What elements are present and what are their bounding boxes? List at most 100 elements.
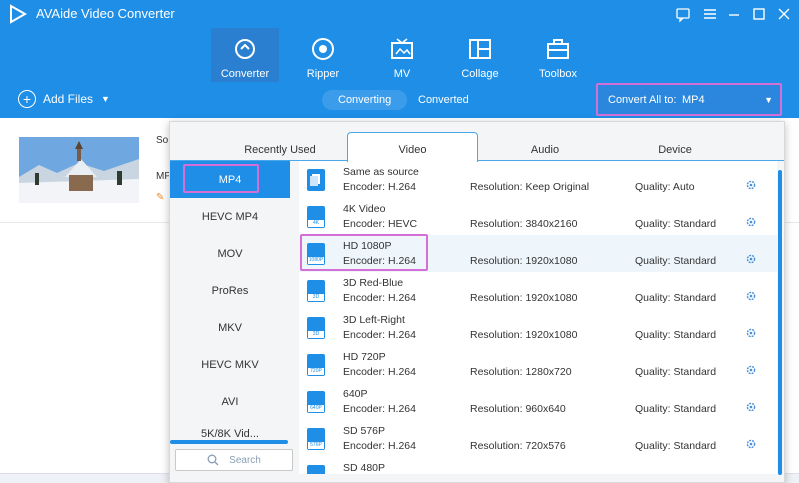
format-quality: Quality: Standard bbox=[635, 255, 717, 267]
gear-icon[interactable] bbox=[745, 401, 757, 413]
format-quality: Quality: Standard bbox=[635, 218, 717, 230]
app-logo-icon bbox=[10, 4, 28, 24]
convert-all-label: Convert All to: bbox=[608, 94, 677, 106]
ripper-icon bbox=[312, 38, 334, 60]
format-row[interactable]: 640P 640P Encoder: H.264 Resolution: 960… bbox=[299, 383, 777, 420]
gear-icon[interactable] bbox=[745, 327, 757, 339]
format-quality: Quality: Standard bbox=[635, 366, 717, 378]
category-mkv[interactable]: MKV bbox=[170, 309, 290, 346]
format-row[interactable]: Same as source Encoder: H.264 Resolution… bbox=[299, 161, 777, 198]
format-tag: 4K bbox=[308, 220, 324, 227]
format-row[interactable]: SD 480P bbox=[299, 457, 777, 474]
chevron-down-icon: ▼ bbox=[764, 95, 773, 105]
tab-collage[interactable]: Collage bbox=[446, 28, 514, 82]
convert-all-select[interactable]: Convert All to: MP4 ▼ bbox=[596, 83, 782, 116]
minimize-icon[interactable] bbox=[724, 4, 744, 24]
format-name: Same as source bbox=[343, 166, 419, 178]
gear-icon[interactable] bbox=[745, 216, 757, 228]
top-bar: AVAide Video Converter Converter Ripper bbox=[0, 0, 799, 82]
hd-1080p-highlight-box bbox=[300, 234, 428, 271]
format-resolution: Resolution: 1920x1080 bbox=[470, 255, 578, 267]
format-row[interactable]: 3D 3D Red-Blue Encoder: H.264 Resolution… bbox=[299, 272, 777, 309]
plus-icon: + bbox=[18, 90, 36, 108]
video-format-icon: 576P bbox=[307, 428, 325, 450]
format-name: 640P bbox=[343, 388, 368, 400]
video-format-icon: 640P bbox=[307, 391, 325, 413]
converter-icon bbox=[235, 39, 255, 59]
format-tag: 640P bbox=[308, 405, 324, 412]
format-resolution: Resolution: 720x576 bbox=[470, 440, 566, 452]
search-icon bbox=[207, 454, 219, 466]
convert-all-value: MP4 bbox=[682, 94, 705, 106]
segment-converted[interactable]: Converted bbox=[402, 90, 485, 110]
category-scrollbar[interactable] bbox=[170, 440, 288, 444]
category-prores[interactable]: ProRes bbox=[170, 272, 290, 309]
category-list: MP4 HEVC MP4 MOV ProRes MKV HEVC MKV AVI… bbox=[170, 161, 290, 441]
mp4-highlight-box bbox=[183, 164, 259, 193]
format-quality: Quality: Standard bbox=[635, 403, 717, 415]
format-quality: Quality: Auto bbox=[635, 181, 695, 193]
tab-mv[interactable]: MV bbox=[368, 28, 436, 82]
format-encoder: Encoder: H.264 bbox=[343, 440, 416, 452]
feedback-icon[interactable] bbox=[673, 4, 693, 24]
tab-audio[interactable]: Audio bbox=[500, 132, 590, 162]
format-row[interactable]: 3D 3D Left-Right Encoder: H.264 Resoluti… bbox=[299, 309, 777, 346]
tab-ripper[interactable]: Ripper bbox=[289, 28, 357, 82]
format-row[interactable]: 576P SD 576P Encoder: H.264 Resolution: … bbox=[299, 420, 777, 457]
format-name: 3D Red-Blue bbox=[343, 277, 404, 289]
format-resolution: Resolution: 1920x1080 bbox=[470, 292, 578, 304]
format-scrollbar[interactable] bbox=[778, 170, 782, 475]
format-encoder: Encoder: H.264 bbox=[343, 403, 416, 415]
menu-icon[interactable] bbox=[700, 4, 720, 24]
gear-icon[interactable] bbox=[745, 438, 757, 450]
file-name: So bbox=[156, 135, 169, 146]
format-resolution: Resolution: Keep Original bbox=[470, 181, 590, 193]
tab-converter[interactable]: Converter bbox=[211, 28, 279, 82]
video-format-icon: 3D bbox=[307, 280, 325, 302]
category-mov[interactable]: MOV bbox=[170, 235, 290, 272]
tab-toolbox[interactable]: Toolbox bbox=[524, 28, 592, 82]
gear-icon[interactable] bbox=[745, 290, 757, 302]
format-tag: 576P bbox=[308, 442, 324, 449]
collage-icon bbox=[469, 39, 491, 59]
gear-icon[interactable] bbox=[745, 364, 757, 376]
category-avi[interactable]: AVI bbox=[170, 383, 290, 420]
gear-icon[interactable] bbox=[745, 179, 757, 191]
format-name: SD 576P bbox=[343, 425, 386, 437]
format-name: HD 720P bbox=[343, 351, 386, 363]
format-tag: 3D bbox=[308, 331, 324, 338]
format-row[interactable]: 4K 4K Video Encoder: HEVC Resolution: 38… bbox=[299, 198, 777, 235]
format-quality: Quality: Standard bbox=[635, 329, 717, 341]
tab-recently-used[interactable]: Recently Used bbox=[230, 132, 330, 162]
category-hevc-mp4[interactable]: HEVC MP4 bbox=[170, 198, 290, 235]
format-popup: Recently Used Video Audio Device MP4 HEV… bbox=[169, 121, 785, 483]
video-format-icon: 3D bbox=[307, 317, 325, 339]
format-encoder: Encoder: H.264 bbox=[343, 329, 416, 341]
format-row[interactable]: 720P HD 720P Encoder: H.264 Resolution: … bbox=[299, 346, 777, 383]
chevron-down-icon[interactable]: ▼ bbox=[101, 94, 110, 104]
category-5k-8k[interactable]: 5K/8K Vid... bbox=[170, 420, 290, 440]
pin-icon[interactable]: ✎ bbox=[156, 192, 164, 203]
format-list: Same as source Encoder: H.264 Resolution… bbox=[299, 161, 777, 474]
format-tag: 3D bbox=[308, 294, 324, 301]
maximize-icon[interactable] bbox=[749, 4, 769, 24]
segment-converting[interactable]: Converting bbox=[322, 90, 408, 110]
format-search-input[interactable]: Search bbox=[175, 449, 293, 471]
format-name: 3D Left-Right bbox=[343, 314, 405, 326]
toolbox-icon bbox=[547, 39, 569, 59]
tab-device[interactable]: Device bbox=[630, 132, 720, 162]
tab-collage-label: Collage bbox=[461, 68, 499, 80]
format-tag: 720P bbox=[308, 368, 324, 375]
format-resolution: Resolution: 960x640 bbox=[470, 403, 566, 415]
format-encoder: Encoder: H.264 bbox=[343, 366, 416, 378]
add-files-button[interactable]: + Add Files ▼ bbox=[18, 90, 110, 108]
video-thumbnail[interactable] bbox=[19, 137, 139, 203]
tab-video[interactable]: Video bbox=[347, 132, 478, 162]
video-format-icon bbox=[307, 465, 325, 474]
format-resolution: Resolution: 1920x1080 bbox=[470, 329, 578, 341]
tab-converter-label: Converter bbox=[220, 68, 270, 80]
close-icon[interactable] bbox=[774, 4, 794, 24]
search-placeholder: Search bbox=[229, 454, 261, 466]
category-hevc-mkv[interactable]: HEVC MKV bbox=[170, 346, 290, 383]
gear-icon[interactable] bbox=[745, 253, 757, 265]
